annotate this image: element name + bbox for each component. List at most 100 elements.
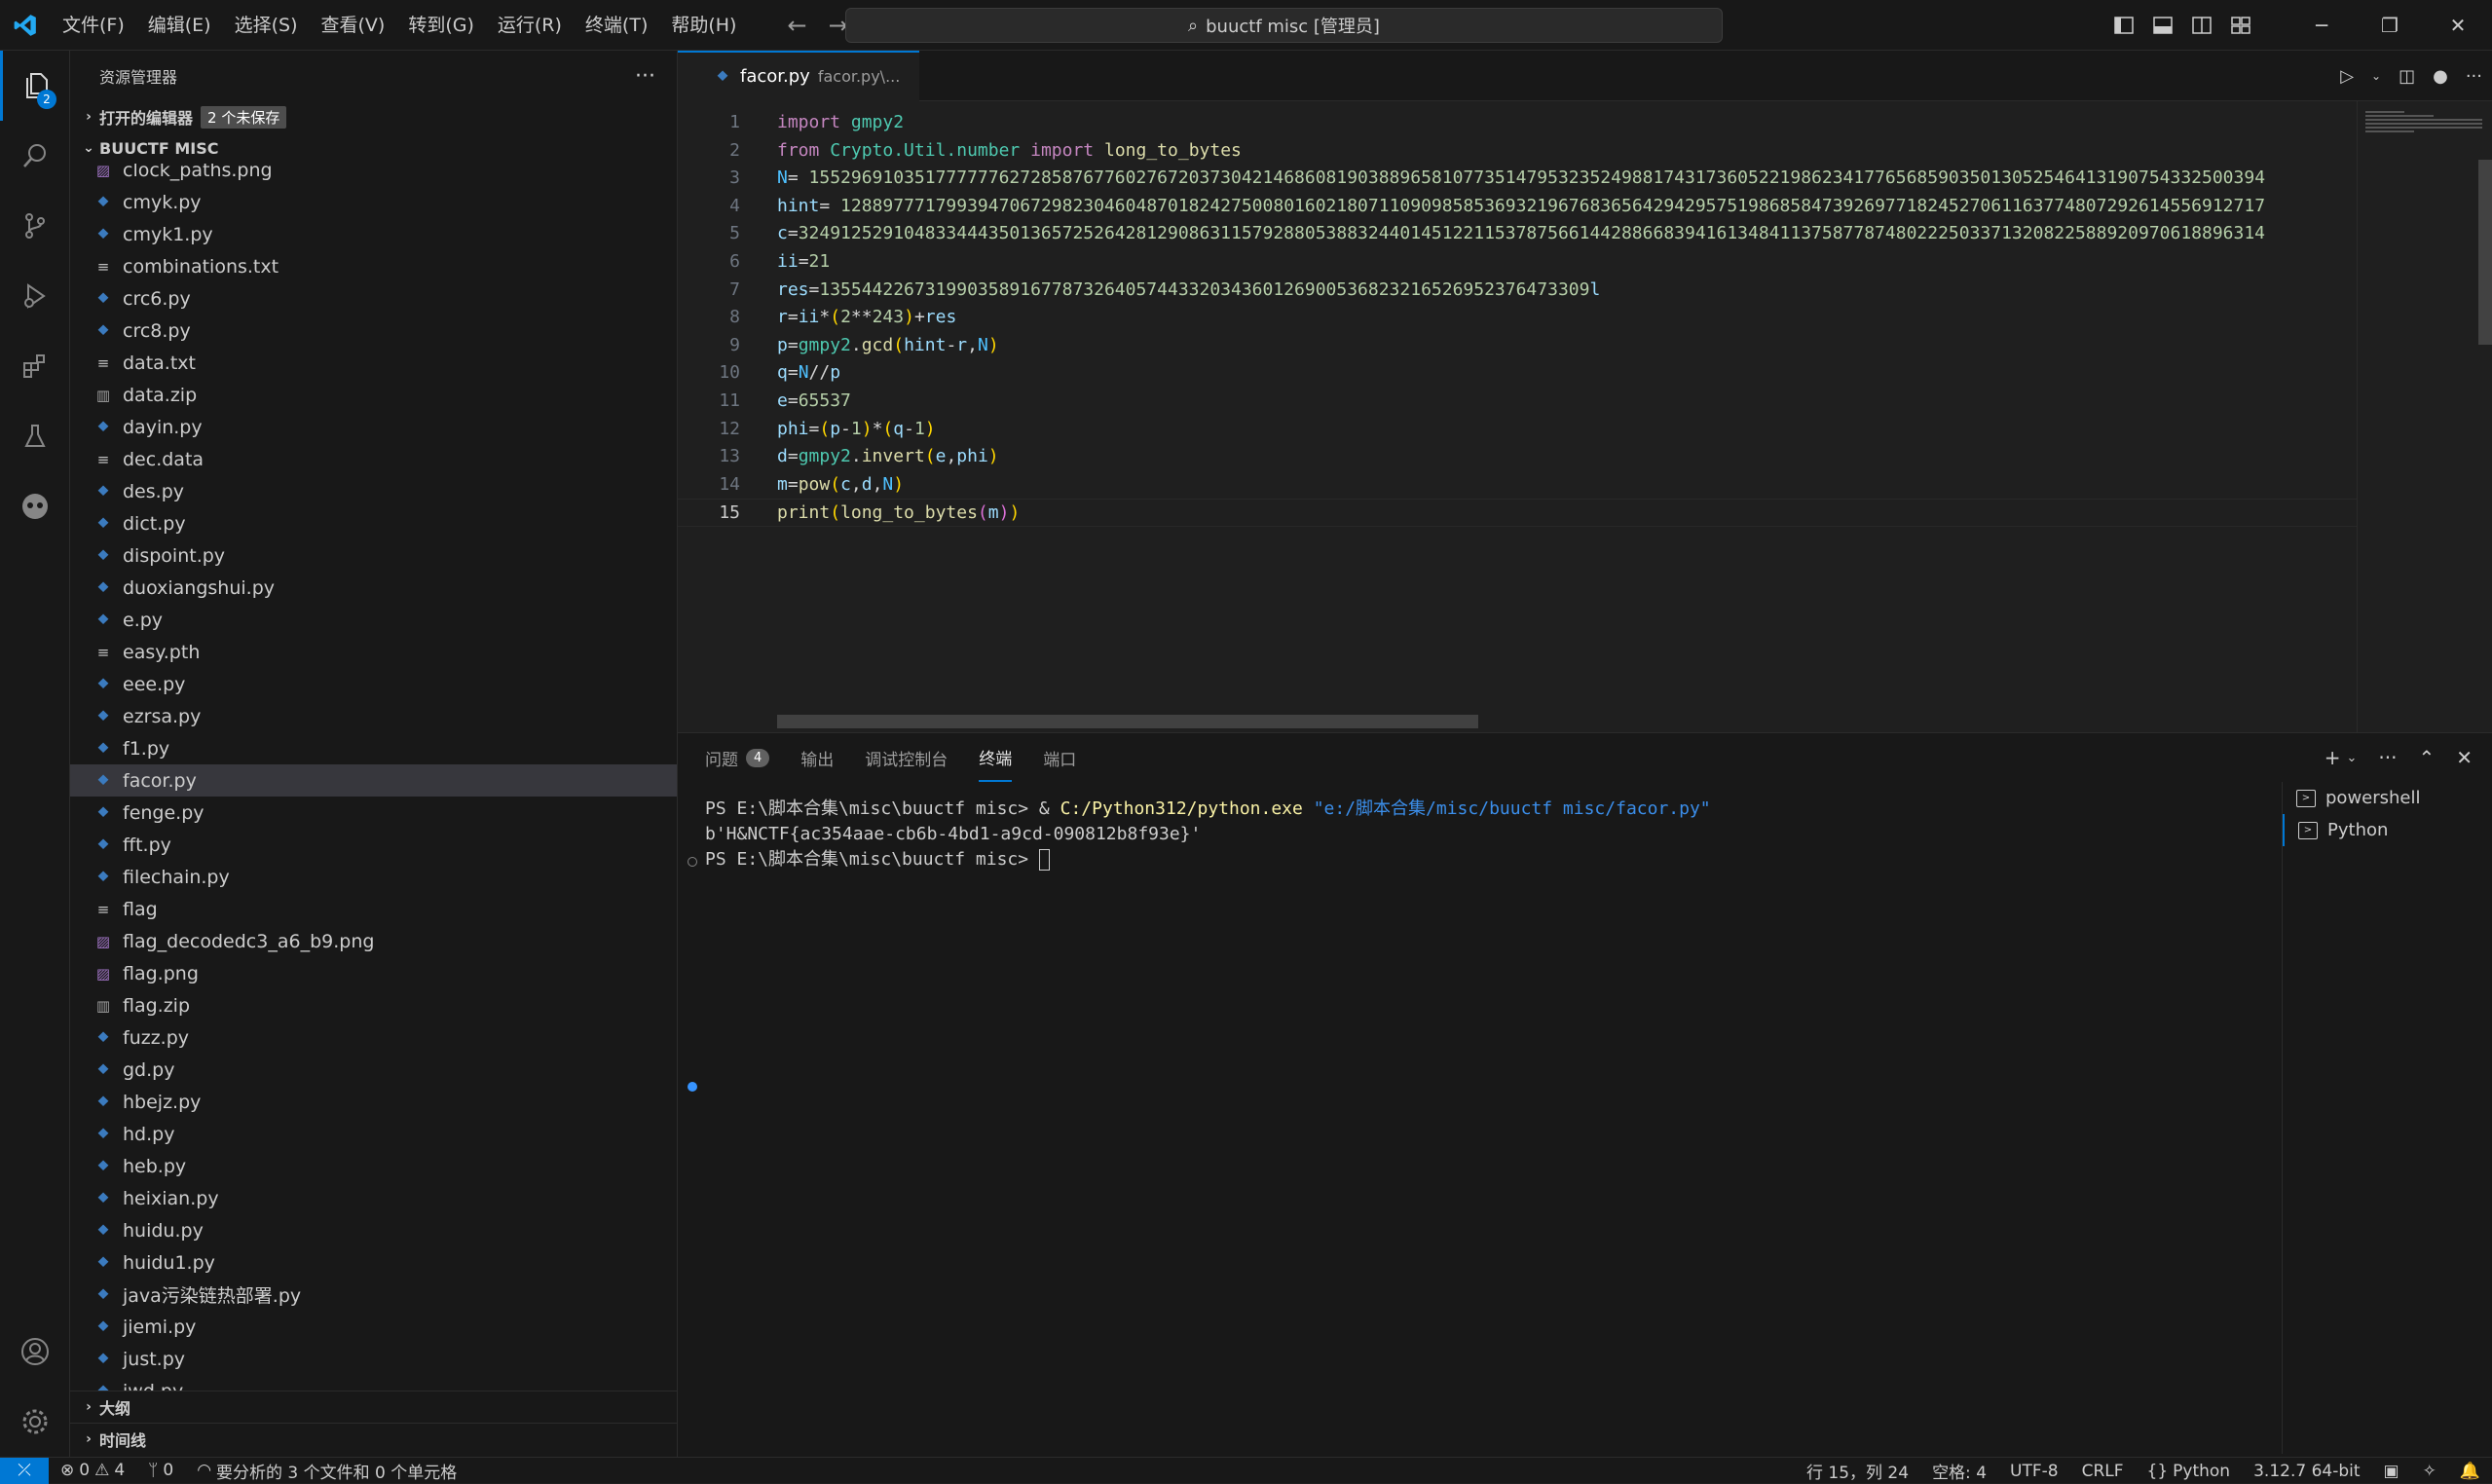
file-item[interactable]: ⯁ cmyk.py <box>70 186 677 218</box>
analysis-status[interactable]: ◠ 要分析的 3 个文件和 0 个单元格 <box>185 1458 468 1484</box>
code-line[interactable]: 9 p=gmpy2.gcd(hint-r,N) <box>678 332 2357 360</box>
restore-icon[interactable]: ❐ <box>2356 0 2424 51</box>
run-file-icon[interactable]: ▷ <box>2340 66 2354 87</box>
file-item[interactable]: ⯁ java污染链热部署.py <box>70 1279 677 1311</box>
language-mode[interactable]: {} Python <box>2136 1458 2243 1484</box>
toggle-sidebar-icon[interactable] <box>2104 0 2143 51</box>
command-center-search[interactable]: ⌕ buuctf misc [管理员] <box>845 8 1723 43</box>
file-item[interactable]: ⯁ gd.py <box>70 1054 677 1086</box>
vertical-scrollbar[interactable] <box>2478 160 2492 345</box>
terminal-dropdown-chevron-icon[interactable]: ⌄ <box>2346 751 2357 765</box>
file-item[interactable]: ⯁ e.py <box>70 604 677 636</box>
line-endings[interactable]: CRLF <box>2070 1458 2136 1484</box>
file-item[interactable]: ⯁ fft.py <box>70 829 677 861</box>
ports-status[interactable]: ᛘ0 <box>136 1458 185 1484</box>
file-item[interactable]: ▥ flag.zip <box>70 989 677 1021</box>
tab-output[interactable]: 输出 <box>800 733 834 782</box>
terminal-output[interactable]: PS E:\脚本合集\misc\buuctf misc> & C:/Python… <box>705 797 2263 1439</box>
file-item[interactable]: ⯁ hbejz.py <box>70 1086 677 1118</box>
tab-terminal[interactable]: 终端 <box>979 733 1013 782</box>
tab-debug-console[interactable]: 调试控制台 <box>865 733 948 782</box>
minimize-icon[interactable]: ─ <box>2287 0 2356 51</box>
file-item[interactable]: ≡ easy.pth <box>70 636 677 668</box>
code-line[interactable]: 5 c=3249125291048334443501365725264281290… <box>678 220 2357 248</box>
command-decoration-dot-icon[interactable] <box>688 1082 697 1092</box>
file-item[interactable]: ⯁ facor.py <box>70 764 677 797</box>
file-item[interactable]: ⯁ just.py <box>70 1343 677 1375</box>
terminal-item-python[interactable]: > Python <box>2283 814 2492 846</box>
file-item[interactable]: ⯁ hd.py <box>70 1118 677 1150</box>
tab-facor-py[interactable]: ⯁ facor.py facor.py\... <box>678 50 920 101</box>
file-item[interactable]: ⯁ heixian.py <box>70 1182 677 1214</box>
file-item[interactable]: ▨ clock_paths.png <box>70 164 677 186</box>
code-line[interactable]: 3 N= 155296910351777777627285876776027672… <box>678 165 2357 193</box>
maximize-panel-chevron-up-icon[interactable]: ⌃ <box>2418 746 2435 769</box>
testing-flask-icon[interactable] <box>0 401 70 471</box>
code-line[interactable]: 6 ii=21 <box>678 248 2357 277</box>
code-line[interactable]: 13 d=gmpy2.invert(e,phi) <box>678 443 2357 471</box>
code-line[interactable]: 14 m=pow(c,d,N) <box>678 471 2357 500</box>
python-interpreter[interactable]: 3.12.7 64-bit <box>2242 1458 2371 1484</box>
code-editor[interactable]: 1 import gmpy2 2 from Crypto.Util.number im… <box>678 101 2357 732</box>
code-line[interactable]: 2 from Crypto.Util.number import long_to_… <box>678 137 2357 166</box>
tab-ports[interactable]: 端口 <box>1043 733 1076 782</box>
code-line[interactable]: 1 import gmpy2 <box>678 109 2357 137</box>
copilot-icon[interactable]: ▣ <box>2372 1458 2411 1484</box>
more-actions-icon[interactable]: ··· <box>635 64 655 89</box>
file-item[interactable]: ⯁ jiemi.py <box>70 1311 677 1343</box>
file-item[interactable]: ▨ flag.png <box>70 957 677 989</box>
menu-terminal[interactable]: 终端(T) <box>574 0 659 51</box>
sparkle-icon[interactable]: ✧ <box>2411 1458 2448 1484</box>
menu-view[interactable]: 查看(V) <box>310 0 397 51</box>
encoding[interactable]: UTF-8 <box>1998 1458 2070 1484</box>
file-item[interactable]: ⯁ duoxiangshui.py <box>70 572 677 604</box>
menu-help[interactable]: 帮助(H) <box>659 0 748 51</box>
file-item[interactable]: ⯁ f1.py <box>70 732 677 764</box>
file-item[interactable]: ⯁ fenge.py <box>70 797 677 829</box>
file-item[interactable]: ⯁ cmyk1.py <box>70 218 677 250</box>
menu-edit[interactable]: 编辑(E) <box>136 0 223 51</box>
file-item[interactable]: ⯁ huidu1.py <box>70 1246 677 1279</box>
code-line[interactable]: 11 e=65537 <box>678 388 2357 416</box>
file-item[interactable]: ⯁ ezrsa.py <box>70 700 677 732</box>
code-line[interactable]: 12 phi=(p-1)*(q-1) <box>678 416 2357 444</box>
run-debug-icon[interactable] <box>0 261 70 331</box>
file-item[interactable]: ⯁ des.py <box>70 475 677 507</box>
search-activity-icon[interactable] <box>0 121 70 191</box>
file-item[interactable]: ⯁ filechain.py <box>70 861 677 893</box>
toggle-secondary-sidebar-icon[interactable] <box>2182 0 2221 51</box>
menu-selection[interactable]: 选择(S) <box>223 0 310 51</box>
file-item[interactable]: ⯁ dayin.py <box>70 411 677 443</box>
indentation[interactable]: 空格: 4 <box>1920 1458 1998 1484</box>
horizontal-scrollbar[interactable] <box>777 715 1478 728</box>
unsaved-dot-icon[interactable]: ● <box>2433 66 2448 87</box>
file-item[interactable]: ≡ combinations.txt <box>70 250 677 282</box>
file-item[interactable]: ⯁ huidu.py <box>70 1214 677 1246</box>
cursor-position[interactable]: 行 15，列 24 <box>1795 1458 1920 1484</box>
outline-section[interactable]: › 大纲 <box>70 1391 677 1422</box>
run-dropdown-chevron-icon[interactable]: ⌄ <box>2371 69 2381 83</box>
source-control-icon[interactable] <box>0 191 70 261</box>
extensions-icon[interactable] <box>0 331 70 401</box>
command-decoration-icon[interactable] <box>688 857 697 867</box>
back-arrow-icon[interactable]: ← <box>787 12 806 39</box>
split-editor-icon[interactable]: ◫ <box>2399 66 2415 87</box>
code-line[interactable]: 10 q=N//p <box>678 359 2357 388</box>
code-line[interactable]: 8 r=ii*(2**243)+res <box>678 304 2357 332</box>
explorer-icon[interactable]: 2 <box>0 51 70 121</box>
file-item[interactable]: ⯁ heb.py <box>70 1150 677 1182</box>
remote-explorer-icon[interactable] <box>0 471 70 541</box>
close-panel-icon[interactable]: ✕ <box>2456 746 2473 769</box>
menu-file[interactable]: 文件(F) <box>51 0 136 51</box>
tab-problems[interactable]: 问题 4 <box>705 733 770 782</box>
new-terminal-plus-icon[interactable]: + <box>2325 746 2341 769</box>
file-item[interactable]: ⯁ eee.py <box>70 668 677 700</box>
menu-go[interactable]: 转到(G) <box>396 0 486 51</box>
accounts-icon[interactable] <box>0 1317 70 1387</box>
file-item[interactable]: ≡ dec.data <box>70 443 677 475</box>
file-item[interactable]: ⯁ crc6.py <box>70 282 677 315</box>
file-item[interactable]: ≡ data.txt <box>70 347 677 379</box>
file-item[interactable]: ⯁ dispoint.py <box>70 539 677 572</box>
file-item[interactable]: ▥ data.zip <box>70 379 677 411</box>
open-editors-section[interactable]: › 打开的编辑器 2 个未保存 <box>70 101 677 132</box>
